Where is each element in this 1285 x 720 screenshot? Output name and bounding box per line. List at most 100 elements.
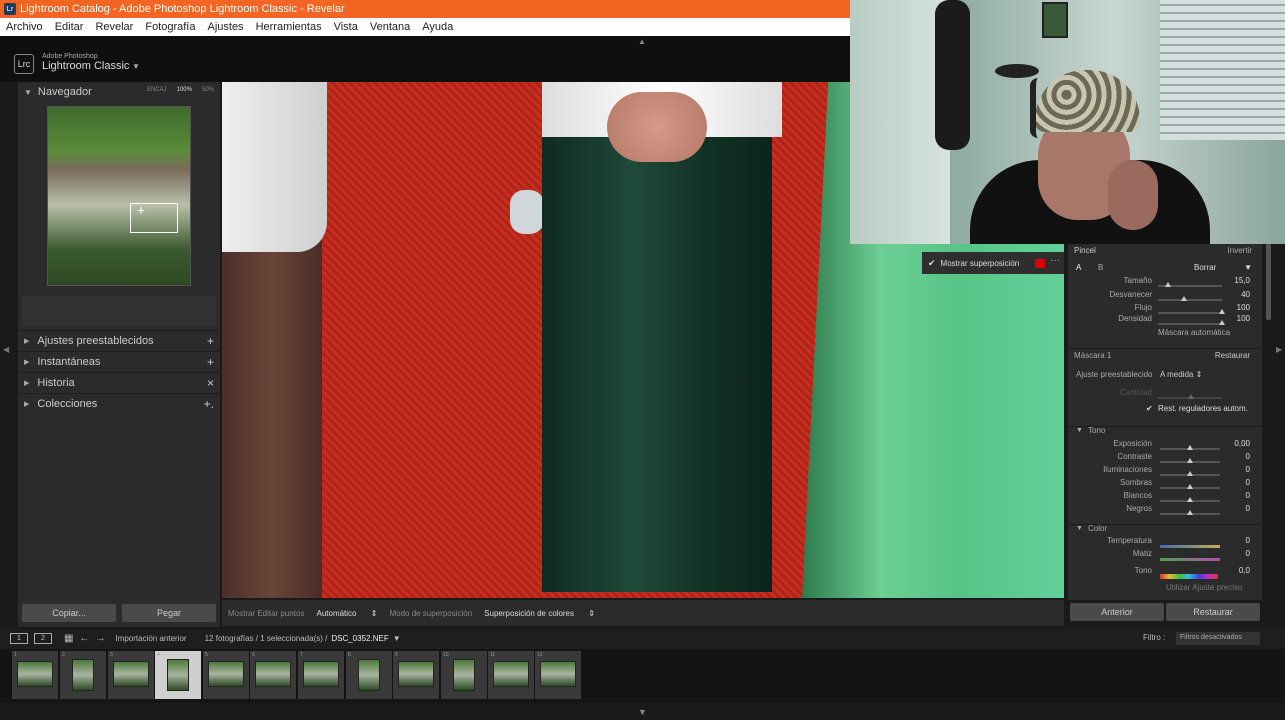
- brand-dropdown-icon[interactable]: ▼: [132, 62, 140, 71]
- filmstrip-thumbnail[interactable]: 6: [250, 651, 296, 699]
- contrast-value[interactable]: 0: [1246, 452, 1250, 461]
- slider-thumb[interactable]: [1187, 471, 1193, 476]
- menu-fotografia[interactable]: Fotografía: [139, 21, 201, 33]
- menu-vista[interactable]: Vista: [328, 21, 364, 33]
- brush-feather-value[interactable]: 40: [1241, 290, 1250, 299]
- section-collections[interactable]: ▶ Colecciones +.: [18, 393, 220, 414]
- slider-thumb[interactable]: [1164, 282, 1171, 287]
- filmstrip-thumbnail[interactable]: 9: [393, 651, 439, 699]
- section-snapshots[interactable]: ▶ Instantáneas +: [18, 351, 220, 372]
- slider-thumb[interactable]: [1188, 394, 1194, 399]
- slider-thumb[interactable]: [1219, 309, 1225, 314]
- mask-reset-button[interactable]: Restaurar: [1215, 351, 1250, 360]
- slider-thumb[interactable]: [1219, 320, 1225, 325]
- mask-preset-select[interactable]: A medida ⇕: [1160, 370, 1202, 379]
- brush-options-icon[interactable]: ▼: [1244, 263, 1252, 272]
- clear-history-icon[interactable]: ×: [207, 376, 214, 390]
- collapse-left-panel-icon[interactable]: ◀: [3, 345, 9, 354]
- highlights-slider[interactable]: [1160, 471, 1220, 476]
- show-pins-select[interactable]: Automático ⇕: [316, 609, 377, 618]
- zoom-50[interactable]: 50%: [202, 87, 214, 93]
- reset-button[interactable]: Restaurar: [1166, 603, 1260, 621]
- more-options-icon[interactable]: ···: [1050, 255, 1060, 266]
- slider-thumb[interactable]: [1180, 296, 1187, 301]
- collapse-right-panel-icon[interactable]: ▶: [1276, 345, 1282, 354]
- zoom-100[interactable]: 100%: [177, 87, 192, 93]
- tint-slider[interactable]: [1160, 558, 1220, 561]
- back-arrow-icon[interactable]: ←: [79, 633, 89, 644]
- slider-thumb[interactable]: [1187, 458, 1193, 463]
- highlights-value[interactable]: 0: [1246, 465, 1250, 474]
- blacks-value[interactable]: 0: [1246, 504, 1250, 513]
- exposure-value[interactable]: 0,00: [1234, 439, 1250, 448]
- overlay-color-swatch[interactable]: [1035, 259, 1045, 268]
- filmstrip-thumbnail[interactable]: 12: [535, 651, 581, 699]
- filmstrip-thumbnail[interactable]: 10: [441, 651, 487, 699]
- slider-thumb[interactable]: [1187, 510, 1193, 515]
- filmstrip-thumbnail[interactable]: 11: [488, 651, 534, 699]
- file-dropdown-icon[interactable]: ▼: [393, 634, 401, 643]
- mask-amount-slider[interactable]: [1158, 394, 1222, 399]
- slider-thumb[interactable]: [1187, 484, 1193, 489]
- temperature-slider[interactable]: [1160, 545, 1220, 548]
- add-collection-icon[interactable]: +.: [204, 397, 214, 411]
- brush-density-slider[interactable]: [1158, 320, 1225, 325]
- shadows-value[interactable]: 0: [1246, 478, 1250, 487]
- brush-size-value[interactable]: 15,0: [1234, 276, 1250, 285]
- brush-b-tab[interactable]: B: [1098, 263, 1103, 272]
- brush-flow-slider[interactable]: [1158, 309, 1225, 314]
- paste-button[interactable]: Pegar: [122, 604, 216, 622]
- hue-slider[interactable]: [1160, 574, 1218, 579]
- filmstrip-thumbnail[interactable]: 8: [346, 651, 392, 699]
- menu-herramientas[interactable]: Herramientas: [250, 21, 328, 33]
- whites-slider[interactable]: [1160, 497, 1220, 502]
- filmstrip-thumbnail[interactable]: 3: [108, 651, 154, 699]
- auto-mask-checkbox[interactable]: Máscara automática: [1158, 328, 1230, 337]
- tint-value[interactable]: 0: [1246, 549, 1250, 558]
- menu-ajustes[interactable]: Ajustes: [201, 21, 249, 33]
- second-monitor-toggle[interactable]: 2: [34, 633, 52, 644]
- add-preset-icon[interactable]: +: [207, 334, 214, 348]
- hue-value[interactable]: 0,0: [1239, 566, 1250, 575]
- brush-size-slider[interactable]: [1158, 282, 1222, 287]
- overlay-mode-select[interactable]: Superposición de colores ⇕: [484, 609, 595, 618]
- collapse-bottom-panel-icon[interactable]: ▼: [638, 707, 647, 717]
- grid-icon[interactable]: ▦: [64, 633, 73, 644]
- blacks-slider[interactable]: [1160, 510, 1220, 515]
- add-snapshot-icon[interactable]: +: [207, 355, 214, 369]
- shadows-slider[interactable]: [1160, 484, 1220, 489]
- temperature-value[interactable]: 0: [1246, 536, 1250, 545]
- invert-toggle[interactable]: Invertir: [1228, 246, 1252, 255]
- section-history[interactable]: ▶ Historia ×: [18, 372, 220, 393]
- menu-editar[interactable]: Editar: [49, 21, 90, 33]
- right-panel-scrollbar[interactable]: [1266, 244, 1271, 320]
- brush-feather-slider[interactable]: [1158, 296, 1222, 301]
- whites-value[interactable]: 0: [1246, 491, 1250, 500]
- menu-revelar[interactable]: Revelar: [89, 21, 139, 33]
- section-presets[interactable]: ▶ Ajustes preestablecidos +: [18, 330, 220, 351]
- exposure-slider[interactable]: [1160, 445, 1220, 450]
- reset-sliders-checkbox[interactable]: ✔: [1146, 404, 1153, 413]
- filmstrip-thumbnail[interactable]: 1: [12, 651, 58, 699]
- filter-select[interactable]: Filtros desactivados: [1176, 632, 1260, 645]
- brush-flow-value[interactable]: 100: [1237, 303, 1250, 312]
- show-overlay-checkbox[interactable]: ✔: [928, 258, 936, 269]
- fine-adjust-checkbox[interactable]: Utilizar Ajuste preciso: [1166, 583, 1242, 592]
- collapse-top-panel-icon[interactable]: ▲: [638, 37, 646, 46]
- copy-button[interactable]: Copiar...: [22, 604, 116, 622]
- filmstrip-thumbnail-selected[interactable]: 4: [155, 651, 201, 699]
- slider-thumb[interactable]: [1187, 445, 1193, 450]
- previous-button[interactable]: Anterior: [1070, 603, 1164, 621]
- navigator-preview[interactable]: +: [47, 106, 191, 286]
- menu-ayuda[interactable]: Ayuda: [416, 21, 459, 33]
- brush-erase-tab[interactable]: Borrar: [1194, 263, 1216, 272]
- zoom-fit[interactable]: ENCAJ: [147, 87, 167, 93]
- filmstrip-thumbnail[interactable]: 2: [60, 651, 106, 699]
- brush-a-tab[interactable]: A: [1076, 263, 1081, 272]
- filmstrip-thumbnail[interactable]: 7: [298, 651, 344, 699]
- source-label[interactable]: Importación anterior: [115, 634, 186, 643]
- menu-archivo[interactable]: Archivo: [0, 21, 49, 33]
- filmstrip-thumbnail[interactable]: 5: [203, 651, 249, 699]
- menu-ventana[interactable]: Ventana: [364, 21, 416, 33]
- brush-density-value[interactable]: 100: [1237, 314, 1250, 323]
